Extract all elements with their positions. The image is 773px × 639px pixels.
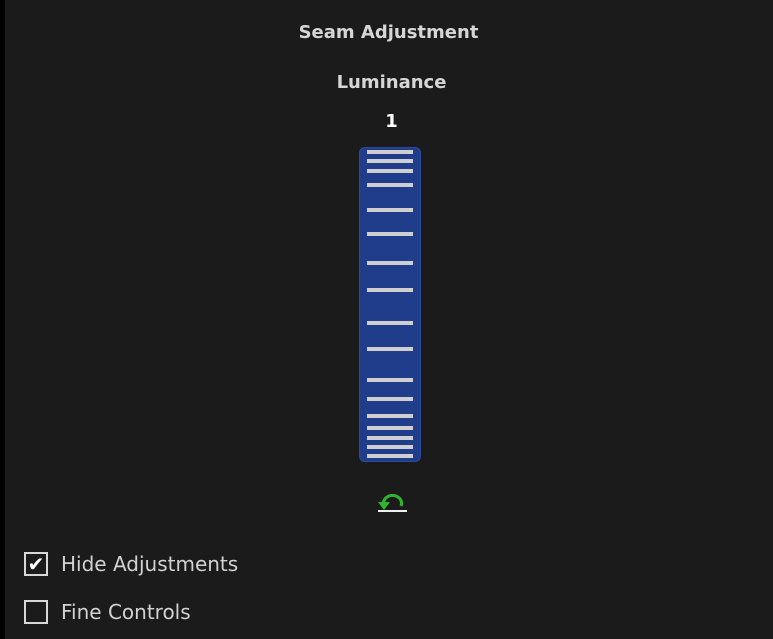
wheel-tick xyxy=(367,208,413,212)
fine-controls-option[interactable]: Fine Controls xyxy=(24,598,191,626)
wheel-tick xyxy=(367,150,413,154)
panel-title: Seam Adjustment xyxy=(298,22,479,43)
wheel-tick xyxy=(367,426,413,430)
wheel-tick xyxy=(367,347,413,351)
wheel-tick xyxy=(367,183,413,187)
luminance-adjustment-wheel[interactable] xyxy=(359,147,421,462)
wheel-tick xyxy=(367,436,413,440)
wheel-tick xyxy=(367,445,413,449)
parameter-label: Luminance xyxy=(336,72,447,93)
wheel-tick xyxy=(367,321,413,325)
hide-adjustments-option[interactable]: ✔ Hide Adjustments xyxy=(24,550,238,578)
wheel-tick xyxy=(367,454,413,458)
wheel-tick xyxy=(367,169,413,173)
fine-controls-checkbox[interactable] xyxy=(24,600,48,624)
reset-undo-icon[interactable] xyxy=(374,488,410,516)
wheel-tick xyxy=(367,288,413,292)
hide-adjustments-checkbox[interactable]: ✔ xyxy=(24,552,48,576)
hide-adjustments-label: Hide Adjustments xyxy=(61,552,239,576)
parameter-value: 1 xyxy=(385,111,398,132)
wheel-tick xyxy=(367,414,413,418)
wheel-tick xyxy=(367,159,413,163)
wheel-tick xyxy=(367,378,413,382)
wheel-tick xyxy=(367,397,413,401)
fine-controls-label: Fine Controls xyxy=(61,600,191,624)
wheel-tick xyxy=(367,232,413,236)
wheel-tick xyxy=(367,261,413,265)
